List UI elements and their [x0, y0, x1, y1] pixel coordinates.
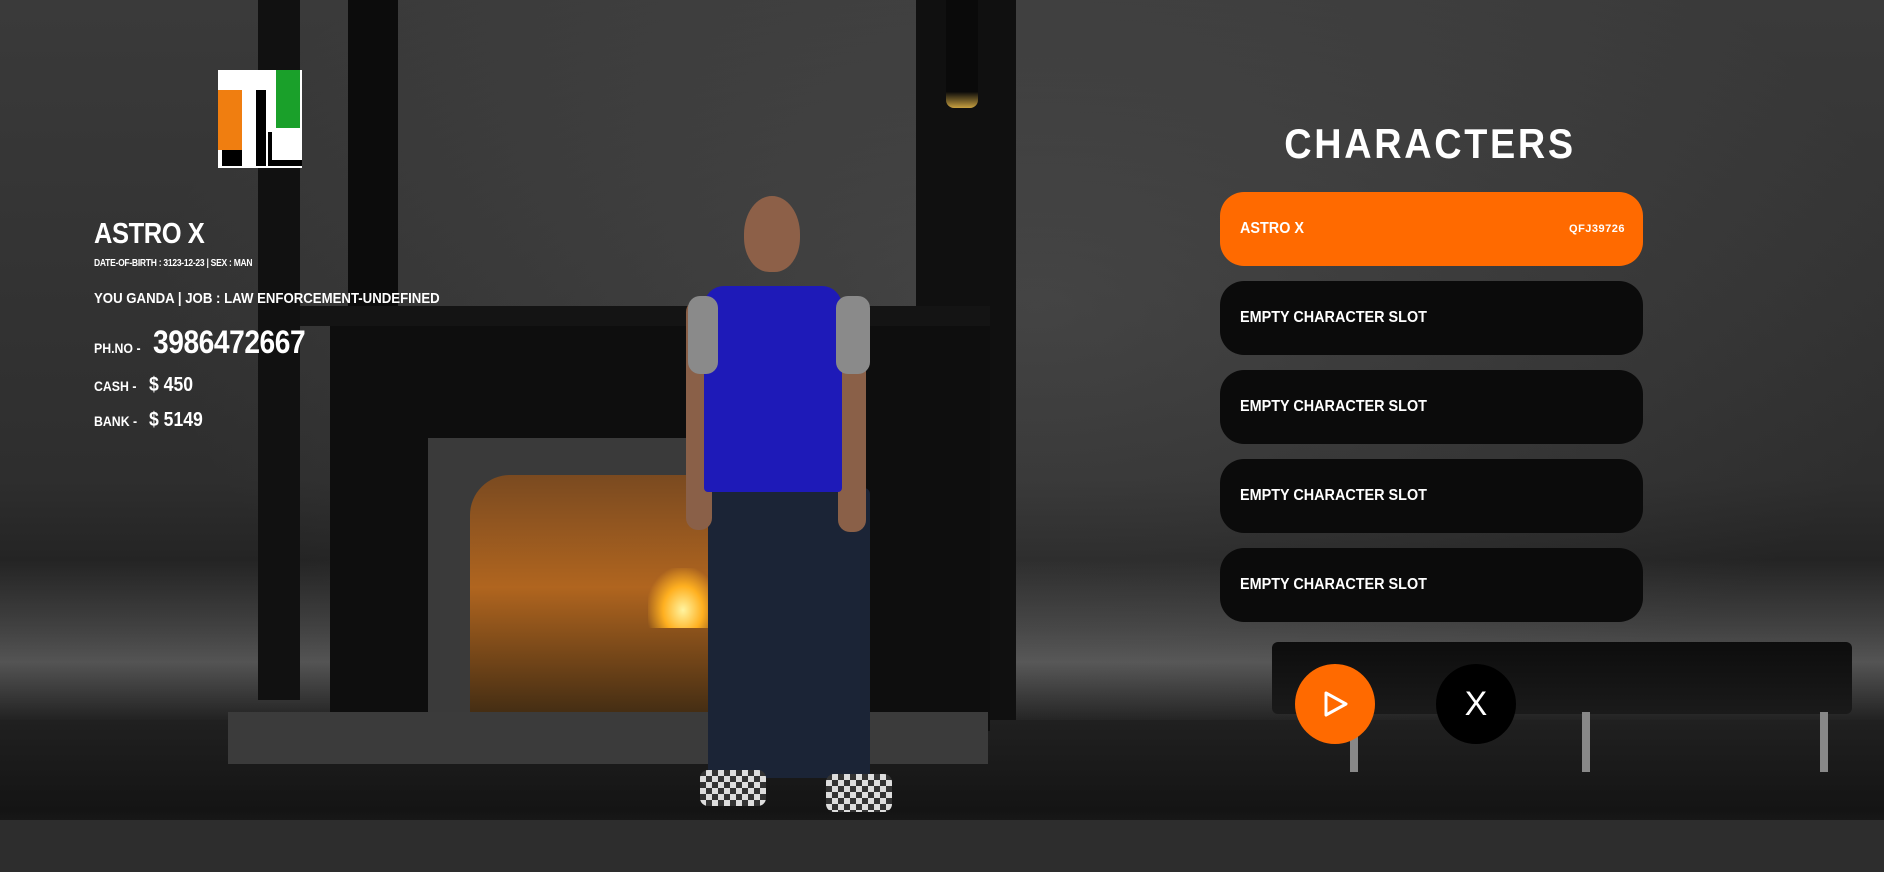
bank-row: BANK - $ 5149	[94, 409, 203, 431]
character-sleeve	[688, 296, 718, 374]
cash-label: CASH -	[94, 378, 137, 394]
fireplace-mantel	[300, 306, 990, 326]
slot-name: EMPTY CHARACTER SLOT	[1240, 487, 1427, 504]
hearth	[228, 712, 988, 764]
character-slot-empty[interactable]: EMPTY CHARACTER SLOT	[1220, 281, 1643, 355]
close-icon: X	[1464, 684, 1488, 723]
character-slot-empty[interactable]: EMPTY CHARACTER SLOT	[1220, 548, 1643, 622]
tl-logo-icon	[218, 70, 302, 168]
close-button[interactable]: X	[1436, 664, 1516, 744]
pillar	[348, 0, 398, 340]
character-head	[744, 196, 800, 272]
phone-row: PH.NO - 3986472667	[94, 324, 326, 361]
character-slot-selected[interactable]: ASTRO X QFJ39726	[1220, 192, 1643, 266]
character-slot-empty[interactable]: EMPTY CHARACTER SLOT	[1220, 370, 1643, 444]
character-shoe	[826, 774, 892, 812]
bank-value: $ 5149	[149, 409, 203, 431]
character-details: DATE-OF-BIRTH : 3123-12-23 | SEX : MAN	[94, 258, 253, 269]
character-name: ASTRO X	[94, 218, 205, 250]
character-shoe	[700, 770, 766, 806]
character-torso	[704, 286, 842, 492]
rug	[0, 820, 1884, 872]
slot-id: QFJ39726	[1569, 223, 1625, 235]
bench-leg	[1582, 712, 1590, 772]
slot-name: ASTRO X	[1240, 220, 1305, 237]
cash-row: CASH - $ 450	[94, 374, 193, 396]
phone-label: PH.NO -	[94, 340, 141, 356]
phone-number: 3986472667	[153, 324, 306, 360]
slot-name: EMPTY CHARACTER SLOT	[1240, 309, 1427, 326]
character-sleeve	[836, 296, 870, 374]
bank-label: BANK -	[94, 413, 138, 429]
slot-name: EMPTY CHARACTER SLOT	[1240, 398, 1427, 415]
character-slot-empty[interactable]: EMPTY CHARACTER SLOT	[1220, 459, 1643, 533]
pendant-light	[946, 0, 978, 108]
play-button[interactable]	[1295, 664, 1375, 744]
slot-name: EMPTY CHARACTER SLOT	[1240, 576, 1427, 593]
cash-value: $ 450	[149, 374, 194, 396]
character-job: YOU GANDA | JOB : LAW ENFORCEMENT-UNDEFI…	[94, 290, 440, 307]
bench-leg	[1820, 712, 1828, 772]
play-icon	[1324, 691, 1348, 717]
characters-title: CHARACTERS	[1284, 120, 1576, 167]
